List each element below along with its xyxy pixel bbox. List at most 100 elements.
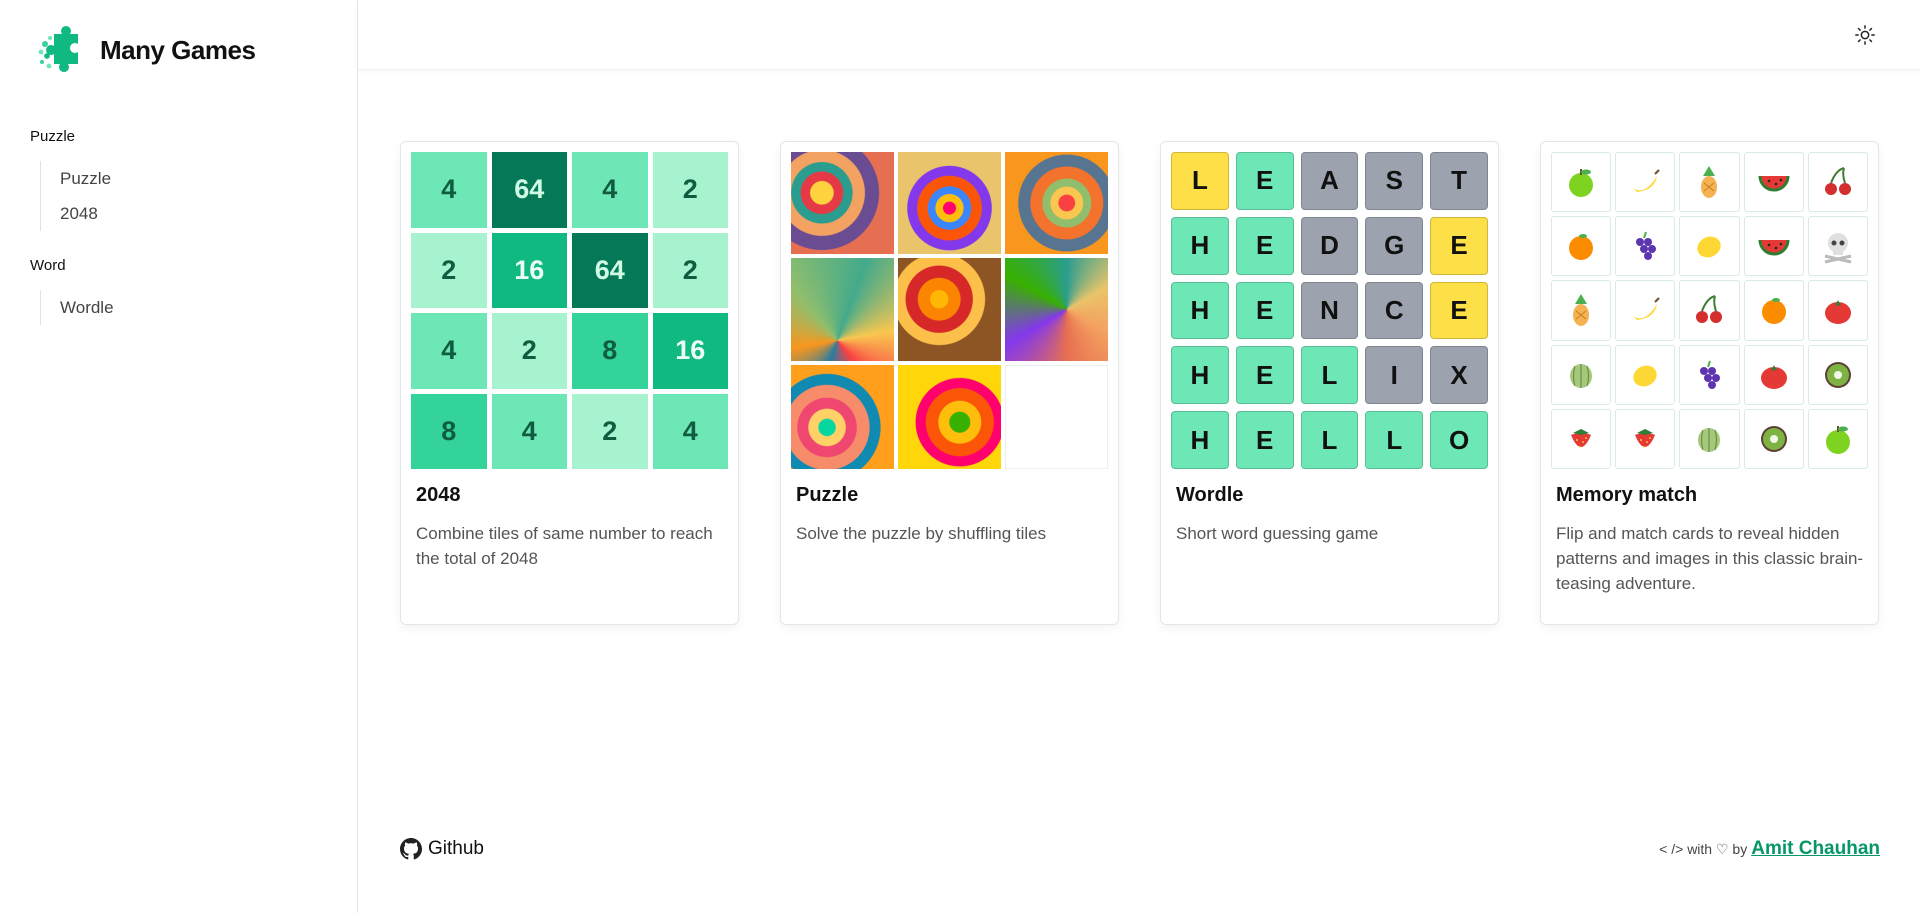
tile-2048: 64	[572, 232, 648, 308]
banana-icon	[1633, 297, 1660, 321]
memory-card	[1743, 344, 1804, 405]
puzzle-tile	[1005, 152, 1108, 255]
melon-icon	[1698, 427, 1721, 452]
app-name: Many Games	[100, 34, 256, 65]
card-preview-wordle: LEASTHEDGEHENCEHELIXHELLO	[1171, 152, 1488, 469]
wordle-letter-tile: D	[1300, 216, 1359, 275]
wordle-letter-tile: E	[1235, 152, 1294, 210]
game-card-wordle[interactable]: LEASTHEDGEHENCEHELIXHELLO Wordle Short w…	[1160, 141, 1499, 625]
skull-crossbones-icon	[1824, 233, 1852, 264]
wordle-letter-tile: A	[1300, 152, 1359, 210]
sidebar-item-puzzle[interactable]: Puzzle	[60, 161, 330, 196]
memory-card	[1743, 408, 1804, 469]
card-description: Solve the puzzle by shuffling tiles	[796, 524, 1047, 543]
green-apple-icon	[1569, 169, 1594, 198]
wordle-letter-tile: H	[1171, 216, 1229, 275]
card-title: 2048	[416, 484, 461, 506]
wordle-letter-tile: E	[1235, 216, 1294, 275]
puzzle-tile	[791, 152, 894, 255]
watermelon-icon	[1758, 240, 1790, 256]
tile-2048: 2	[491, 313, 567, 389]
tile-2048: 4	[652, 393, 728, 469]
card-preview-2048: 4 64 4 2 2 16 64 2 4 2 8 16 8 4 2 4	[411, 152, 728, 469]
card-preview-memory	[1551, 152, 1868, 469]
tile-2048: 4	[491, 393, 567, 469]
wordle-letter-tile: O	[1430, 411, 1488, 469]
nav-group-title: Word	[30, 257, 66, 274]
memory-card	[1679, 344, 1740, 405]
card-title: Memory match	[1556, 484, 1698, 506]
memory-card	[1807, 280, 1868, 341]
puzzle-logo-icon	[38, 26, 78, 72]
memory-card	[1551, 344, 1612, 405]
pineapple-icon	[1701, 166, 1718, 199]
memory-card	[1551, 280, 1612, 341]
memory-card	[1615, 152, 1676, 213]
tile-2048: 8	[572, 313, 648, 389]
memory-card	[1807, 152, 1868, 213]
wordle-letter-tile: N	[1300, 281, 1359, 340]
wordle-letter-tile: H	[1171, 346, 1229, 405]
memory-card	[1679, 408, 1740, 469]
wordle-letter-tile: L	[1300, 346, 1359, 405]
memory-card	[1743, 280, 1804, 341]
memory-card	[1679, 152, 1740, 213]
github-label: Github	[428, 838, 484, 859]
game-card-puzzle[interactable]: Puzzle Solve the puzzle by shuffling til…	[780, 141, 1119, 625]
game-card-memory-match[interactable]: Memory match Flip and match cards to rev…	[1540, 141, 1879, 625]
puzzle-empty-slot	[1005, 364, 1108, 469]
game-card-2048[interactable]: 4 64 4 2 2 16 64 2 4 2 8 16 8 4 2 4 2048 Combine tiles …	[400, 141, 739, 625]
sun-icon[interactable]	[1854, 24, 1876, 46]
tile-2048: 2	[652, 232, 728, 308]
puzzle-tile	[898, 364, 1001, 469]
wordle-letter-tile: E	[1430, 216, 1488, 275]
wordle-letter-tile: X	[1430, 346, 1488, 405]
puzzle-tile	[898, 152, 1001, 255]
strawberry-icon	[1635, 428, 1656, 448]
pineapple-icon	[1573, 294, 1590, 327]
wordle-letter-tile: E	[1430, 281, 1488, 340]
nav-group-puzzle: Puzzle Puzzle 2048	[30, 128, 330, 231]
github-link[interactable]: Github	[400, 838, 484, 860]
memory-card	[1551, 408, 1612, 469]
puzzle-board	[791, 152, 1108, 469]
grapes-icon	[1636, 231, 1657, 261]
memory-card	[1679, 216, 1740, 277]
tile-2048: 4	[411, 152, 487, 228]
card-title: Puzzle	[796, 484, 859, 506]
tile-2048: 2	[652, 152, 728, 228]
wordle-board: LEASTHEDGEHENCEHELIXHELLO	[1171, 152, 1488, 469]
wordle-letter-tile: S	[1365, 152, 1424, 210]
author-link[interactable]: Amit Chauhan	[1751, 838, 1880, 860]
puzzle-tile	[1005, 258, 1108, 361]
tile-2048: 16	[652, 313, 728, 389]
sidebar-item-wordle[interactable]: Wordle	[60, 290, 330, 325]
tomato-icon	[1824, 300, 1851, 325]
tile-2048: 64	[491, 152, 567, 228]
green-apple-icon	[1825, 425, 1850, 454]
brand[interactable]: Many Games	[36, 24, 256, 76]
tile-2048: 2	[411, 232, 487, 308]
tile-2048: 2	[572, 393, 648, 469]
github-icon	[400, 838, 422, 860]
memory-card	[1743, 152, 1804, 213]
memory-card	[1551, 216, 1612, 277]
sidebar-item-2048[interactable]: 2048	[60, 196, 330, 231]
wordle-letter-tile: C	[1365, 281, 1424, 340]
card-title: Wordle	[1176, 484, 1244, 506]
grapes-icon	[1700, 360, 1721, 389]
game-cards: 4 64 4 2 2 16 64 2 4 2 8 16 8 4 2 4 2048 Combine tiles …	[400, 141, 1879, 625]
tomato-icon	[1760, 364, 1787, 389]
footer-credit: < /> with ♡ by Amit Chauhan	[1659, 838, 1880, 860]
wordle-letter-tile: E	[1235, 281, 1294, 340]
wordle-letter-tile: E	[1235, 346, 1294, 405]
wordle-letter-tile: E	[1235, 411, 1294, 469]
wordle-letter-tile: L	[1171, 152, 1229, 210]
memory-card	[1615, 280, 1676, 341]
memory-card	[1551, 152, 1612, 213]
memory-card	[1807, 216, 1868, 277]
credit-prefix: < /> with ♡ by	[1659, 841, 1748, 857]
wordle-letter-tile: I	[1365, 346, 1424, 405]
tile-2048: 16	[491, 232, 567, 308]
wordle-letter-tile: T	[1430, 152, 1488, 210]
